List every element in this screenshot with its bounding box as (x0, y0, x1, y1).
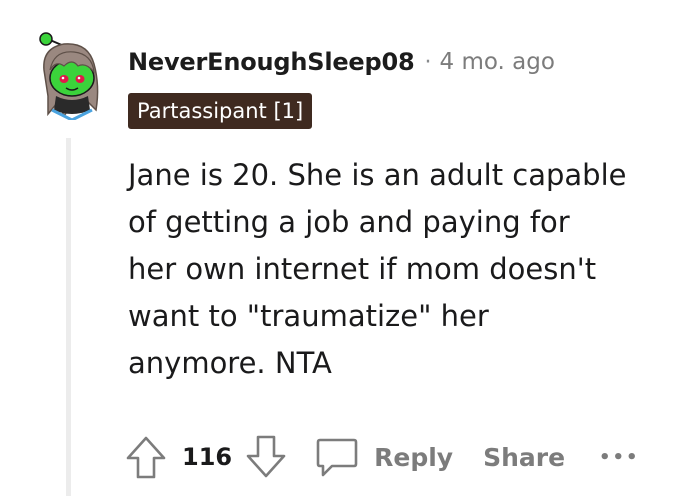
comment-meta: NeverEnoughSleep08 · 4 mo. ago (128, 45, 555, 79)
comment-line: want to "traumatize" her (128, 299, 489, 333)
comment-line: anymore. NTA (128, 346, 332, 380)
comment-card: NeverEnoughSleep08 · 4 mo. ago Partassip… (0, 0, 700, 496)
reply-label: Reply (374, 442, 454, 472)
comment-action-bar: 116 Reply Share ••• (124, 430, 640, 484)
comment-body: Jane is 20. She is an adult capable of g… (128, 152, 688, 387)
more-options-icon: ••• (599, 446, 640, 468)
user-flair-badge: Partassipant [1] (128, 93, 313, 129)
comment-bubble-icon (316, 438, 358, 477)
comment-timestamp[interactable]: 4 mo. ago (440, 49, 555, 75)
downvote-arrow-icon[interactable] (244, 433, 288, 481)
user-avatar-icon[interactable] (34, 30, 106, 120)
comment-line: Jane is 20. She is an adult capable (128, 158, 627, 192)
reply-button[interactable]: Reply (314, 434, 453, 480)
comment-line: of getting a job and paying for (128, 205, 570, 239)
username-link[interactable]: NeverEnoughSleep08 (128, 48, 415, 76)
upvote-arrow-icon[interactable] (124, 433, 168, 481)
share-button[interactable]: Share (483, 443, 565, 472)
thread-collapse-line[interactable] (66, 138, 71, 496)
vote-score: 116 (182, 443, 233, 471)
comment-line: her own internet if mom doesn't (128, 252, 597, 286)
meta-separator: · (424, 49, 432, 75)
more-options-button[interactable]: ••• (599, 447, 640, 468)
share-label: Share (483, 442, 566, 472)
